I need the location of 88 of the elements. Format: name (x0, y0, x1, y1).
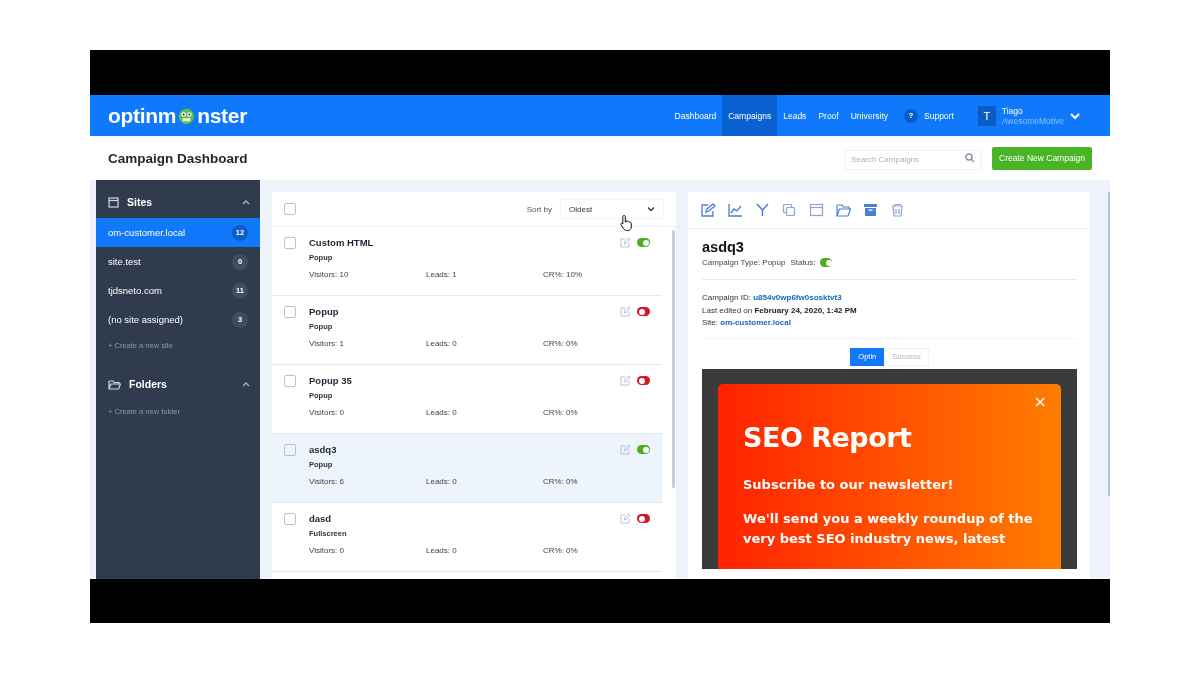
edit-icon[interactable] (620, 375, 631, 386)
folder-icon[interactable] (836, 203, 851, 217)
campaign-id-link[interactable]: u854v0wp6fw0sosktvt3 (753, 293, 842, 302)
conversion-rate-stat: CR%: 0% (543, 477, 579, 486)
section-title: Folders (129, 378, 167, 390)
leads-stat: Leads: 0 (426, 546, 458, 555)
edit-icon[interactable] (620, 237, 631, 248)
site-name: om-customer.local (108, 227, 186, 238)
checkbox[interactable] (284, 306, 296, 318)
site-link[interactable]: om-customer.local (720, 318, 791, 327)
edit-icon[interactable] (701, 203, 716, 217)
organization-name: AwesomeMotive (1001, 115, 1064, 126)
split-icon[interactable] (755, 203, 770, 217)
status-toggle[interactable] (637, 514, 650, 523)
campaign-name: Popup (309, 306, 339, 317)
popup-text: We'll send you a weekly roundup of the very best SEO industry news, latest (743, 509, 1034, 548)
caret-up-icon[interactable] (242, 199, 250, 205)
window-icon[interactable] (809, 203, 824, 217)
scrollbar[interactable] (672, 230, 675, 488)
status-toggle[interactable] (637, 307, 650, 316)
status-toggle[interactable] (637, 238, 650, 247)
checkbox[interactable] (284, 513, 296, 525)
search-icon (965, 153, 975, 163)
nav-link[interactable]: University (844, 95, 894, 136)
checkbox[interactable] (284, 237, 296, 249)
site-name: (no site assigned) (108, 314, 183, 325)
status-toggle[interactable] (637, 376, 650, 385)
logo-text: optinm (108, 103, 177, 128)
leads-stat: Leads: 0 (426, 477, 458, 486)
site-label: Site: (702, 318, 718, 327)
conversion-rate-stat: CR%: 10% (543, 270, 584, 279)
section-title: Sites (127, 196, 153, 208)
chevron-down-icon (647, 206, 655, 212)
checkbox[interactable] (284, 444, 296, 456)
visitors-stat: Visitors: 10 (309, 270, 350, 279)
hand-cursor-icon (620, 214, 634, 231)
window-icon (108, 196, 119, 208)
nav-link[interactable]: Campaigns (722, 95, 778, 136)
copy-icon[interactable] (782, 203, 797, 217)
chevron-down-icon[interactable] (1070, 111, 1080, 120)
visitors-stat: Visitors: 0 (309, 408, 345, 417)
conversion-rate-stat: CR%: 0% (543, 408, 579, 417)
popup-subheading: Subscribe to our newsletter! (743, 476, 955, 492)
scrollbar[interactable] (1108, 192, 1110, 496)
checkbox[interactable] (284, 375, 296, 387)
sort-dropdown[interactable]: Oldest (560, 199, 664, 219)
campaign-type-text: Campaign Type: Popup (702, 258, 786, 267)
site-name: tjdsneto.com (108, 285, 162, 296)
leads-stat: Leads: 0 (426, 339, 458, 348)
campaign-id-label: Campaign ID: (702, 293, 751, 302)
leads-stat: Leads: 1 (426, 270, 458, 279)
site-name: site.test (108, 256, 141, 267)
nav-link[interactable]: Dashboard (668, 95, 723, 136)
campaign-name: Popup 35 (309, 375, 352, 386)
line-chart-icon[interactable] (728, 203, 743, 217)
select-all-checkbox[interactable] (284, 203, 296, 215)
edit-icon[interactable] (620, 513, 631, 524)
status-toggle[interactable] (820, 258, 833, 267)
search-field[interactable]: Search Campaigns (844, 149, 982, 170)
user-name: Tiago (1001, 105, 1024, 116)
campaign-name: Custom HTML (309, 237, 374, 248)
visitors-stat: Visitors: 0 (309, 546, 345, 555)
edit-icon[interactable] (620, 306, 631, 317)
archive-icon[interactable] (863, 203, 878, 217)
sort-label: Sort by (526, 204, 552, 214)
user-avatar[interactable]: T (977, 105, 996, 126)
campaign-name: asdq3 (309, 444, 337, 455)
leads-stat: Leads: 0 (426, 408, 458, 417)
caret-up-icon[interactable] (242, 381, 250, 387)
conversion-rate-stat: CR%: 0% (543, 546, 579, 555)
logo-text: nster (197, 103, 248, 128)
campaign-title: asdq3 (702, 239, 745, 255)
visitors-stat: Visitors: 1 (309, 339, 345, 348)
campaign-name: dasd (309, 513, 332, 524)
popup-heading: SEO Report (743, 421, 913, 453)
support-link[interactable]: ? Support (904, 108, 954, 123)
last-edited-text: Last edited on February 24, 2020, 1:42 PM (702, 305, 857, 315)
folder-icon (108, 378, 121, 390)
trash-icon[interactable] (890, 203, 905, 217)
nav-link[interactable]: Leads (777, 95, 813, 136)
visitors-stat: Visitors: 6 (309, 477, 345, 486)
help-icon: ? (904, 108, 918, 123)
monster-icon (177, 106, 197, 125)
page-title: Campaign Dashboard (108, 150, 248, 166)
status-toggle[interactable] (637, 445, 650, 454)
conversion-rate-stat: CR%: 0% (543, 339, 579, 348)
status-label: Status: (790, 258, 816, 267)
nav-link[interactable]: Proof (812, 95, 845, 136)
